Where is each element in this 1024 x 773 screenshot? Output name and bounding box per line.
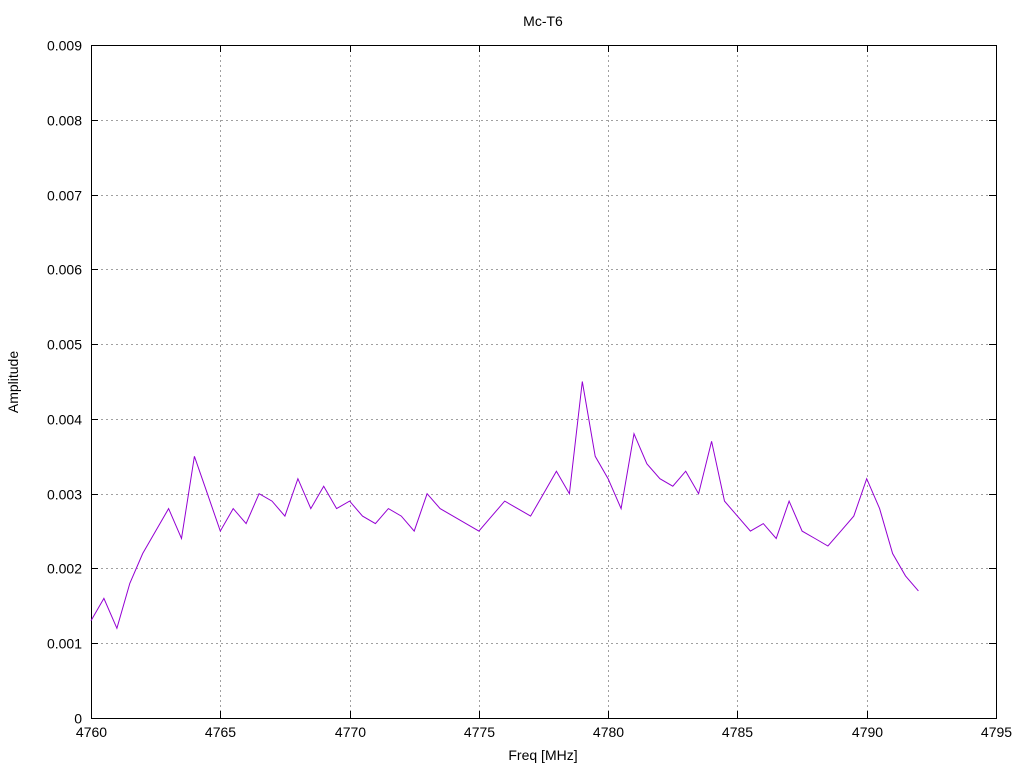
plot-frame: [91, 45, 997, 719]
series-line: [90, 381, 919, 630]
y-tick-label: 0.003: [47, 487, 82, 503]
x-tick-label: 4765: [205, 724, 236, 740]
y-tick-label: 0.004: [47, 412, 82, 428]
x-tick-label: 4795: [981, 724, 1012, 740]
grid: [91, 45, 996, 718]
x-tick-label: 4770: [335, 724, 366, 740]
y-tick-labels: 0 0.001 0.002 0.003 0.004 0.005 0.006 0.007 0.00…: [47, 38, 82, 727]
chart-title: Mc-T6: [523, 13, 563, 29]
x-tick-label: 4785: [722, 724, 753, 740]
x-tick-label: 4790: [852, 724, 883, 740]
y-tick-label: 0.006: [47, 262, 82, 278]
y-tick-label: 0.005: [47, 337, 82, 353]
y-tick-label: 0.001: [47, 636, 82, 652]
x-tick-label: 4780: [593, 724, 624, 740]
axis-ticks: [91, 45, 997, 719]
y-tick-label: 0.007: [47, 188, 82, 204]
y-tick-label: 0: [74, 711, 82, 727]
y-tick-label: 0.009: [47, 38, 82, 54]
chart: Mc-T6 4760 4765 4770 4775 4780 4785 4790 4795 0…: [5, 13, 1012, 763]
y-tick-label: 0.008: [47, 113, 82, 129]
y-axis-label: Amplitude: [5, 351, 21, 413]
x-axis-label: Freq [MHz]: [508, 747, 577, 763]
x-tick-labels: 4760 4765 4770 4775 4780 4785 4790 4795: [76, 724, 1012, 740]
x-tick-label: 4775: [464, 724, 495, 740]
y-tick-label: 0.002: [47, 561, 82, 577]
